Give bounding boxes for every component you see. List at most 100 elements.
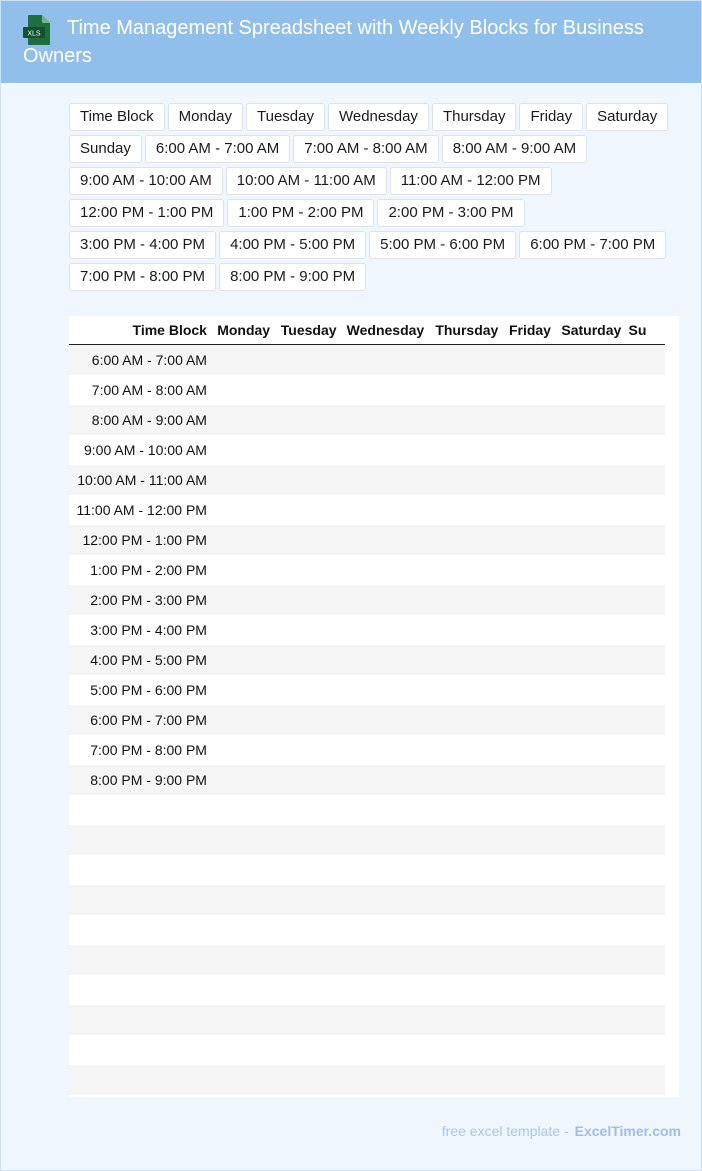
wednesday-cell[interactable]: [340, 855, 430, 885]
monday-cell[interactable]: [210, 465, 277, 495]
saturday-cell[interactable]: [556, 344, 627, 375]
thursday-cell[interactable]: [429, 525, 504, 555]
saturday-cell[interactable]: [556, 885, 627, 915]
monday-cell[interactable]: [210, 344, 277, 375]
footer-brand-link[interactable]: ExcelTimer.com: [575, 1123, 681, 1139]
saturday-cell[interactable]: [556, 975, 627, 1005]
thursday-cell[interactable]: [429, 1065, 504, 1095]
wednesday-cell[interactable]: [340, 555, 430, 585]
tuesday-cell[interactable]: [276, 795, 341, 825]
saturday-cell[interactable]: [556, 825, 627, 855]
tuesday-cell[interactable]: [276, 825, 341, 855]
sunday-cell[interactable]: [626, 465, 665, 495]
monday-cell[interactable]: [210, 825, 277, 855]
sunday-cell[interactable]: [626, 705, 665, 735]
time-block-cell[interactable]: 6:00 AM - 7:00 AM: [72, 344, 211, 375]
friday-cell[interactable]: [503, 825, 557, 855]
sunday-cell[interactable]: [626, 585, 665, 615]
saturday-cell[interactable]: [556, 645, 627, 675]
sunday-cell[interactable]: [626, 344, 665, 375]
sunday-cell[interactable]: [626, 735, 665, 765]
saturday-cell[interactable]: [556, 675, 627, 705]
sunday-cell[interactable]: [626, 1065, 665, 1095]
time-block-cell[interactable]: 1:00 PM - 2:00 PM: [72, 555, 211, 585]
time-block-cell[interactable]: 2:00 PM - 3:00 PM: [72, 585, 211, 615]
thursday-cell[interactable]: [429, 765, 504, 795]
monday-cell[interactable]: [210, 855, 277, 885]
wednesday-cell[interactable]: [340, 915, 430, 945]
monday-cell[interactable]: [210, 915, 277, 945]
friday-cell[interactable]: [503, 975, 557, 1005]
tuesday-cell[interactable]: [276, 525, 341, 555]
thursday-cell[interactable]: [429, 975, 504, 1005]
time-block-cell[interactable]: [72, 825, 211, 855]
tuesday-cell[interactable]: [276, 615, 341, 645]
monday-cell[interactable]: [210, 705, 277, 735]
time-block-cell[interactable]: 7:00 PM - 8:00 PM: [72, 735, 211, 765]
tuesday-cell[interactable]: [276, 705, 341, 735]
sunday-cell[interactable]: [626, 945, 665, 975]
thursday-cell[interactable]: [429, 855, 504, 885]
monday-cell[interactable]: [210, 675, 277, 705]
thursday-cell[interactable]: [429, 825, 504, 855]
friday-cell[interactable]: [503, 855, 557, 885]
monday-cell[interactable]: [210, 735, 277, 765]
saturday-cell[interactable]: [556, 915, 627, 945]
thursday-cell[interactable]: [429, 705, 504, 735]
monday-cell[interactable]: [210, 885, 277, 915]
monday-cell[interactable]: [210, 1035, 277, 1065]
sunday-cell[interactable]: [626, 1005, 665, 1035]
saturday-cell[interactable]: [556, 615, 627, 645]
saturday-cell[interactable]: [556, 765, 627, 795]
friday-cell[interactable]: [503, 405, 557, 435]
time-block-cell[interactable]: [72, 1065, 211, 1095]
saturday-cell[interactable]: [556, 525, 627, 555]
friday-cell[interactable]: [503, 435, 557, 465]
tuesday-cell[interactable]: [276, 1065, 341, 1095]
sunday-cell[interactable]: [626, 885, 665, 915]
friday-cell[interactable]: [503, 555, 557, 585]
sunday-cell[interactable]: [626, 675, 665, 705]
tuesday-cell[interactable]: [276, 1035, 341, 1065]
friday-cell[interactable]: [503, 945, 557, 975]
thursday-cell[interactable]: [429, 735, 504, 765]
monday-cell[interactable]: [210, 1005, 277, 1035]
time-block-cell[interactable]: 4:00 PM - 5:00 PM: [72, 645, 211, 675]
tuesday-cell[interactable]: [276, 375, 341, 405]
wednesday-cell[interactable]: [340, 375, 430, 405]
tuesday-cell[interactable]: [276, 435, 341, 465]
time-block-cell[interactable]: 11:00 AM - 12:00 PM: [72, 495, 211, 525]
friday-cell[interactable]: [503, 495, 557, 525]
tuesday-cell[interactable]: [276, 765, 341, 795]
friday-cell[interactable]: [503, 885, 557, 915]
tuesday-cell[interactable]: [276, 585, 341, 615]
thursday-cell[interactable]: [429, 795, 504, 825]
saturday-cell[interactable]: [556, 945, 627, 975]
time-block-cell[interactable]: 8:00 AM - 9:00 AM: [72, 405, 211, 435]
saturday-cell[interactable]: [556, 1005, 627, 1035]
friday-cell[interactable]: [503, 465, 557, 495]
monday-cell[interactable]: [210, 765, 277, 795]
sunday-cell[interactable]: [626, 1035, 665, 1065]
time-block-cell[interactable]: 9:00 AM - 10:00 AM: [72, 435, 211, 465]
thursday-cell[interactable]: [429, 435, 504, 465]
column-header-saturday[interactable]: Saturday: [556, 316, 627, 345]
column-header-tuesday[interactable]: Tuesday: [276, 316, 341, 345]
thursday-cell[interactable]: [429, 645, 504, 675]
time-block-cell[interactable]: 5:00 PM - 6:00 PM: [72, 675, 211, 705]
friday-cell[interactable]: [503, 525, 557, 555]
wednesday-cell[interactable]: [340, 675, 430, 705]
time-block-cell[interactable]: [72, 855, 211, 885]
time-block-cell[interactable]: 3:00 PM - 4:00 PM: [72, 615, 211, 645]
wednesday-cell[interactable]: [340, 1005, 430, 1035]
wednesday-cell[interactable]: [340, 705, 430, 735]
friday-cell[interactable]: [503, 675, 557, 705]
friday-cell[interactable]: [503, 344, 557, 375]
time-block-cell[interactable]: 12:00 PM - 1:00 PM: [72, 525, 211, 555]
monday-cell[interactable]: [210, 975, 277, 1005]
thursday-cell[interactable]: [429, 915, 504, 945]
monday-cell[interactable]: [210, 525, 277, 555]
wednesday-cell[interactable]: [340, 945, 430, 975]
wednesday-cell[interactable]: [340, 465, 430, 495]
thursday-cell[interactable]: [429, 585, 504, 615]
